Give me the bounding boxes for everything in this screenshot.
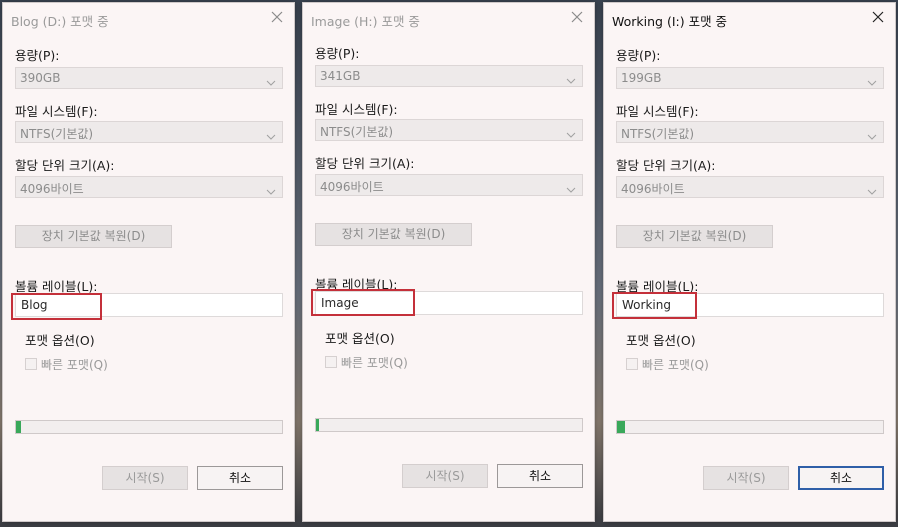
file-system-value: NTFS(기본값) bbox=[320, 125, 394, 139]
chevron-down-icon bbox=[566, 180, 576, 193]
format-options-label: 포맷 옵션(O) bbox=[325, 331, 395, 346]
file-system-value: NTFS(기본값) bbox=[20, 127, 94, 141]
file-system-select[interactable]: NTFS(기본값) bbox=[15, 121, 283, 143]
allocation-size-value: 4096바이트 bbox=[621, 182, 685, 196]
file-system-select[interactable]: NTFS(기본값) bbox=[616, 121, 884, 143]
format-progress-bar bbox=[315, 418, 583, 432]
file-system-label: 파일 시스템(F): bbox=[616, 104, 699, 119]
restore-defaults-button[interactable]: 장치 기본값 복원(D) bbox=[616, 225, 773, 248]
restore-defaults-button[interactable]: 장치 기본값 복원(D) bbox=[315, 223, 472, 246]
file-system-label: 파일 시스템(F): bbox=[15, 104, 98, 119]
progress-fill bbox=[617, 421, 625, 433]
restore-defaults-button[interactable]: 장치 기본값 복원(D) bbox=[15, 225, 172, 248]
allocation-size-select[interactable]: 4096바이트 bbox=[315, 174, 583, 196]
allocation-size-label: 할당 단위 크기(A): bbox=[616, 158, 716, 173]
chevron-down-icon bbox=[266, 182, 276, 195]
progress-fill bbox=[16, 421, 22, 433]
close-icon[interactable] bbox=[570, 10, 584, 24]
dialog-title: Working (I:) 포맷 중 bbox=[612, 14, 728, 29]
quick-format-checkbox[interactable] bbox=[25, 358, 37, 370]
start-button[interactable]: 시작(S) bbox=[102, 466, 188, 490]
chevron-down-icon bbox=[867, 182, 877, 195]
title-bar: Image (H:) 포맷 중 bbox=[303, 3, 594, 33]
highlight-box bbox=[11, 293, 102, 320]
quick-format-checkbox[interactable] bbox=[325, 356, 337, 368]
allocation-size-label: 할당 단위 크기(A): bbox=[15, 158, 115, 173]
cancel-button[interactable]: 취소 bbox=[798, 466, 884, 490]
file-system-select[interactable]: NTFS(기본값) bbox=[315, 119, 583, 141]
highlight-box bbox=[612, 292, 697, 319]
start-button[interactable]: 시작(S) bbox=[703, 466, 789, 490]
chevron-down-icon bbox=[266, 73, 276, 86]
title-bar: Blog (D:) 포맷 중 bbox=[3, 3, 294, 33]
allocation-size-label: 할당 단위 크기(A): bbox=[315, 156, 415, 171]
capacity-label: 용량(P): bbox=[15, 48, 60, 63]
capacity-label: 용량(P): bbox=[315, 46, 360, 61]
title-bar: Working (I:) 포맷 중 bbox=[604, 3, 895, 33]
file-system-value: NTFS(기본값) bbox=[621, 127, 695, 141]
capacity-value: 199GB bbox=[621, 71, 662, 85]
quick-format-label: 빠른 포맷(Q) bbox=[642, 358, 709, 372]
format-dialog-working: Working (I:) 포맷 중 용량(P): 199GB 파일 시스템(F)… bbox=[603, 2, 896, 522]
highlight-box bbox=[311, 289, 415, 316]
cancel-button[interactable]: 취소 bbox=[197, 466, 283, 490]
capacity-select[interactable]: 341GB bbox=[315, 65, 583, 87]
close-icon[interactable] bbox=[871, 10, 885, 24]
chevron-down-icon bbox=[867, 127, 877, 140]
chevron-down-icon bbox=[266, 127, 276, 140]
allocation-size-value: 4096바이트 bbox=[20, 182, 84, 196]
format-dialog-image: Image (H:) 포맷 중 용량(P): 341GB 파일 시스템(F): … bbox=[302, 2, 595, 522]
chevron-down-icon bbox=[867, 73, 877, 86]
allocation-size-select[interactable]: 4096바이트 bbox=[15, 176, 283, 198]
dialog-title: Blog (D:) 포맷 중 bbox=[11, 14, 109, 29]
allocation-size-select[interactable]: 4096바이트 bbox=[616, 176, 884, 198]
progress-fill bbox=[316, 419, 319, 431]
dialog-title: Image (H:) 포맷 중 bbox=[311, 14, 420, 29]
capacity-value: 390GB bbox=[20, 71, 61, 85]
chevron-down-icon bbox=[566, 125, 576, 138]
cancel-button[interactable]: 취소 bbox=[497, 464, 583, 488]
quick-format-label: 빠른 포맷(Q) bbox=[341, 356, 408, 370]
capacity-label: 용량(P): bbox=[616, 48, 661, 63]
format-progress-bar bbox=[15, 420, 283, 434]
capacity-select[interactable]: 199GB bbox=[616, 67, 884, 89]
close-icon[interactable] bbox=[270, 10, 284, 24]
format-options-label: 포맷 옵션(O) bbox=[626, 333, 696, 348]
capacity-select[interactable]: 390GB bbox=[15, 67, 283, 89]
start-button[interactable]: 시작(S) bbox=[402, 464, 488, 488]
chevron-down-icon bbox=[566, 71, 576, 84]
quick-format-label: 빠른 포맷(Q) bbox=[41, 358, 108, 372]
capacity-value: 341GB bbox=[320, 69, 361, 83]
allocation-size-value: 4096바이트 bbox=[320, 180, 384, 194]
file-system-label: 파일 시스템(F): bbox=[315, 102, 398, 117]
format-dialog-blog: Blog (D:) 포맷 중 용량(P): 390GB 파일 시스템(F): N… bbox=[2, 2, 295, 522]
format-progress-bar bbox=[616, 420, 884, 434]
quick-format-checkbox[interactable] bbox=[626, 358, 638, 370]
format-options-label: 포맷 옵션(O) bbox=[25, 333, 95, 348]
